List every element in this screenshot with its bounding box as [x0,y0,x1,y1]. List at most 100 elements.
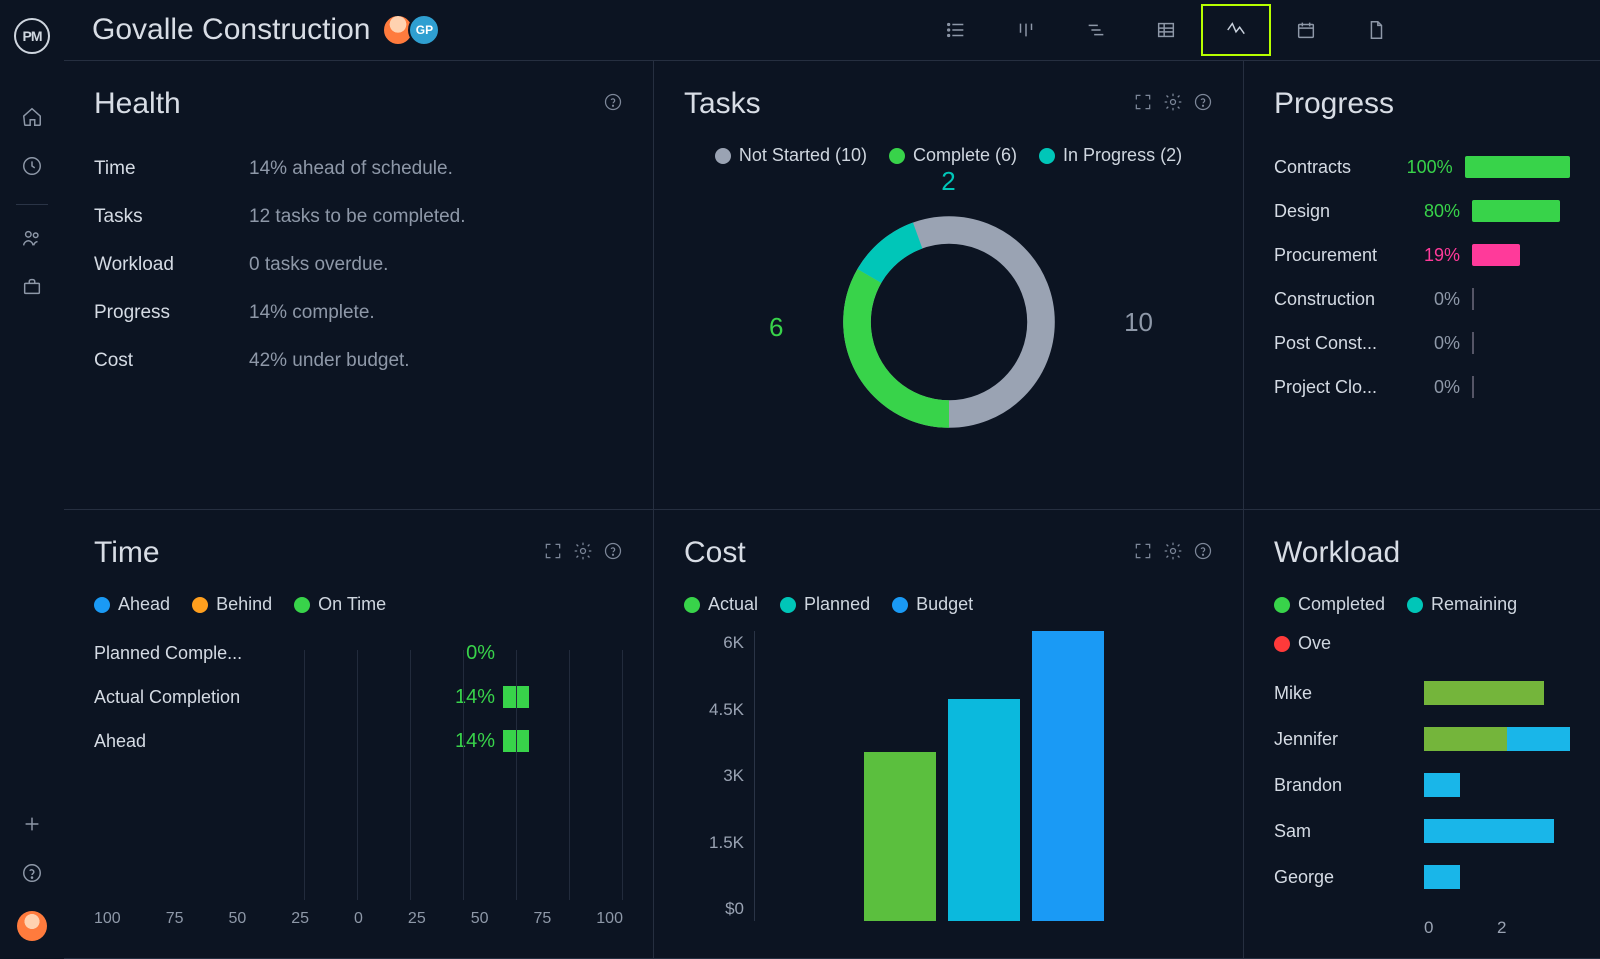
workload-label: Jennifer [1274,729,1424,750]
nav-recent[interactable] [21,155,43,182]
widget-tasks-title: Tasks [684,87,761,121]
legend-dot-icon [889,148,905,164]
progress-percent: 19% [1406,245,1460,266]
expand-icon[interactable] [543,541,563,566]
legend-item[interactable]: Not Started (10) [715,145,867,166]
health-row: Workload0 tasks overdue. [94,241,623,289]
health-row: Time14% ahead of schedule. [94,145,623,193]
workload-row: Jennifer [1274,716,1570,762]
workload-row: George [1274,854,1570,900]
gear-icon[interactable] [1163,92,1183,117]
legend-item[interactable]: In Progress (2) [1039,145,1182,166]
axis-tick: 50 [228,910,246,928]
legend-item[interactable]: Planned [780,594,870,615]
progress-bar [1472,200,1560,222]
help-icon[interactable] [603,92,623,117]
progress-bar [1472,244,1520,266]
workload-row: Mike [1274,670,1570,716]
progress-row: Procurement19% [1274,233,1570,277]
legend-item[interactable]: Ove [1274,633,1331,654]
widget-progress-title: Progress [1274,87,1394,121]
axis-tick: $0 [684,899,744,919]
nav-team[interactable] [21,227,43,254]
progress-percent: 0% [1406,333,1460,354]
help-icon[interactable] [1193,92,1213,117]
progress-row: Design80% [1274,189,1570,233]
view-dashboard[interactable] [1201,4,1271,56]
progress-tick [1472,332,1474,354]
app-logo[interactable]: PM [14,18,50,54]
legend-item[interactable]: On Time [294,594,386,615]
member-avatar-2[interactable]: GP [408,14,440,46]
legend-item[interactable]: Ahead [94,594,170,615]
legend-item[interactable]: Actual [684,594,758,615]
widget-tasks: Tasks Not Started (10) Complete (6) In Pro… [654,61,1244,510]
legend-dot-icon [780,597,796,613]
legend-dot-icon [1407,597,1423,613]
workload-bar-remaining [1424,819,1554,843]
widget-health-title: Health [94,87,181,121]
workload-row: Sam [1274,808,1570,854]
help-icon[interactable] [1193,541,1213,566]
view-gantt[interactable] [1061,4,1131,56]
workload-label: George [1274,867,1424,888]
workload-bar-remaining [1424,773,1460,797]
view-calendar[interactable] [1271,4,1341,56]
axis-tick: 75 [166,910,184,928]
project-members[interactable]: GP [388,14,440,46]
axis-tick: 6K [684,633,744,653]
view-board[interactable] [991,4,1061,56]
widget-cost: Cost ActualPlannedBudget 6K4.5K3K1.5K$0 [654,510,1244,959]
nav-help[interactable] [21,862,43,889]
nav-portfolio[interactable] [21,276,43,303]
expand-icon[interactable] [1133,541,1153,566]
legend-item[interactable]: Remaining [1407,594,1517,615]
progress-percent: 100% [1401,157,1453,178]
project-title: Govalle Construction [92,13,370,47]
nav-add[interactable] [21,813,43,840]
axis-tick: 2 [1497,918,1570,938]
gear-icon[interactable] [573,541,593,566]
axis-tick: 100 [94,910,121,928]
donut-label-inprogress: 2 [941,166,955,197]
health-label: Workload [94,254,249,276]
progress-label: Post Const... [1274,333,1394,354]
axis-tick: 25 [408,910,426,928]
gear-icon[interactable] [1163,541,1183,566]
legend-item[interactable]: Behind [192,594,272,615]
workload-bar-completed [1424,681,1544,705]
axis-tick: 50 [471,910,489,928]
axis-tick: 25 [291,910,309,928]
nav-current-user-avatar[interactable] [17,911,47,941]
view-reports[interactable] [1341,4,1411,56]
legend-item[interactable]: Completed [1274,594,1385,615]
view-list[interactable] [921,4,991,56]
legend-dot-icon [1039,148,1055,164]
view-sheet[interactable] [1131,4,1201,56]
legend-dot-icon [94,597,110,613]
expand-icon[interactable] [1133,92,1153,117]
health-label: Cost [94,350,249,372]
workload-label: Mike [1274,683,1424,704]
cost-bar [948,699,1020,921]
project-header: Govalle Construction GP [64,0,1600,61]
health-label: Tasks [94,206,249,228]
workload-row: Brandon [1274,762,1570,808]
axis-tick: 4.5K [684,700,744,720]
view-switcher [921,4,1411,56]
tasks-donut-chart: 2 6 10 [684,182,1213,462]
legend-item[interactable]: Budget [892,594,973,615]
help-icon[interactable] [603,541,623,566]
legend-dot-icon [715,148,731,164]
axis-tick: 0 [1424,918,1497,938]
nav-home[interactable] [21,106,43,133]
cost-bar [1032,631,1104,921]
widget-progress: Progress Contracts100%Design80%Procureme… [1244,61,1600,510]
health-row: Cost42% under budget. [94,337,623,385]
legend-item[interactable]: Complete (6) [889,145,1017,166]
legend-dot-icon [1274,597,1290,613]
widget-health: Health Time14% ahead of schedule.Tasks12… [64,61,654,510]
health-label: Time [94,158,249,180]
legend-dot-icon [684,597,700,613]
axis-tick: 0 [354,910,363,928]
